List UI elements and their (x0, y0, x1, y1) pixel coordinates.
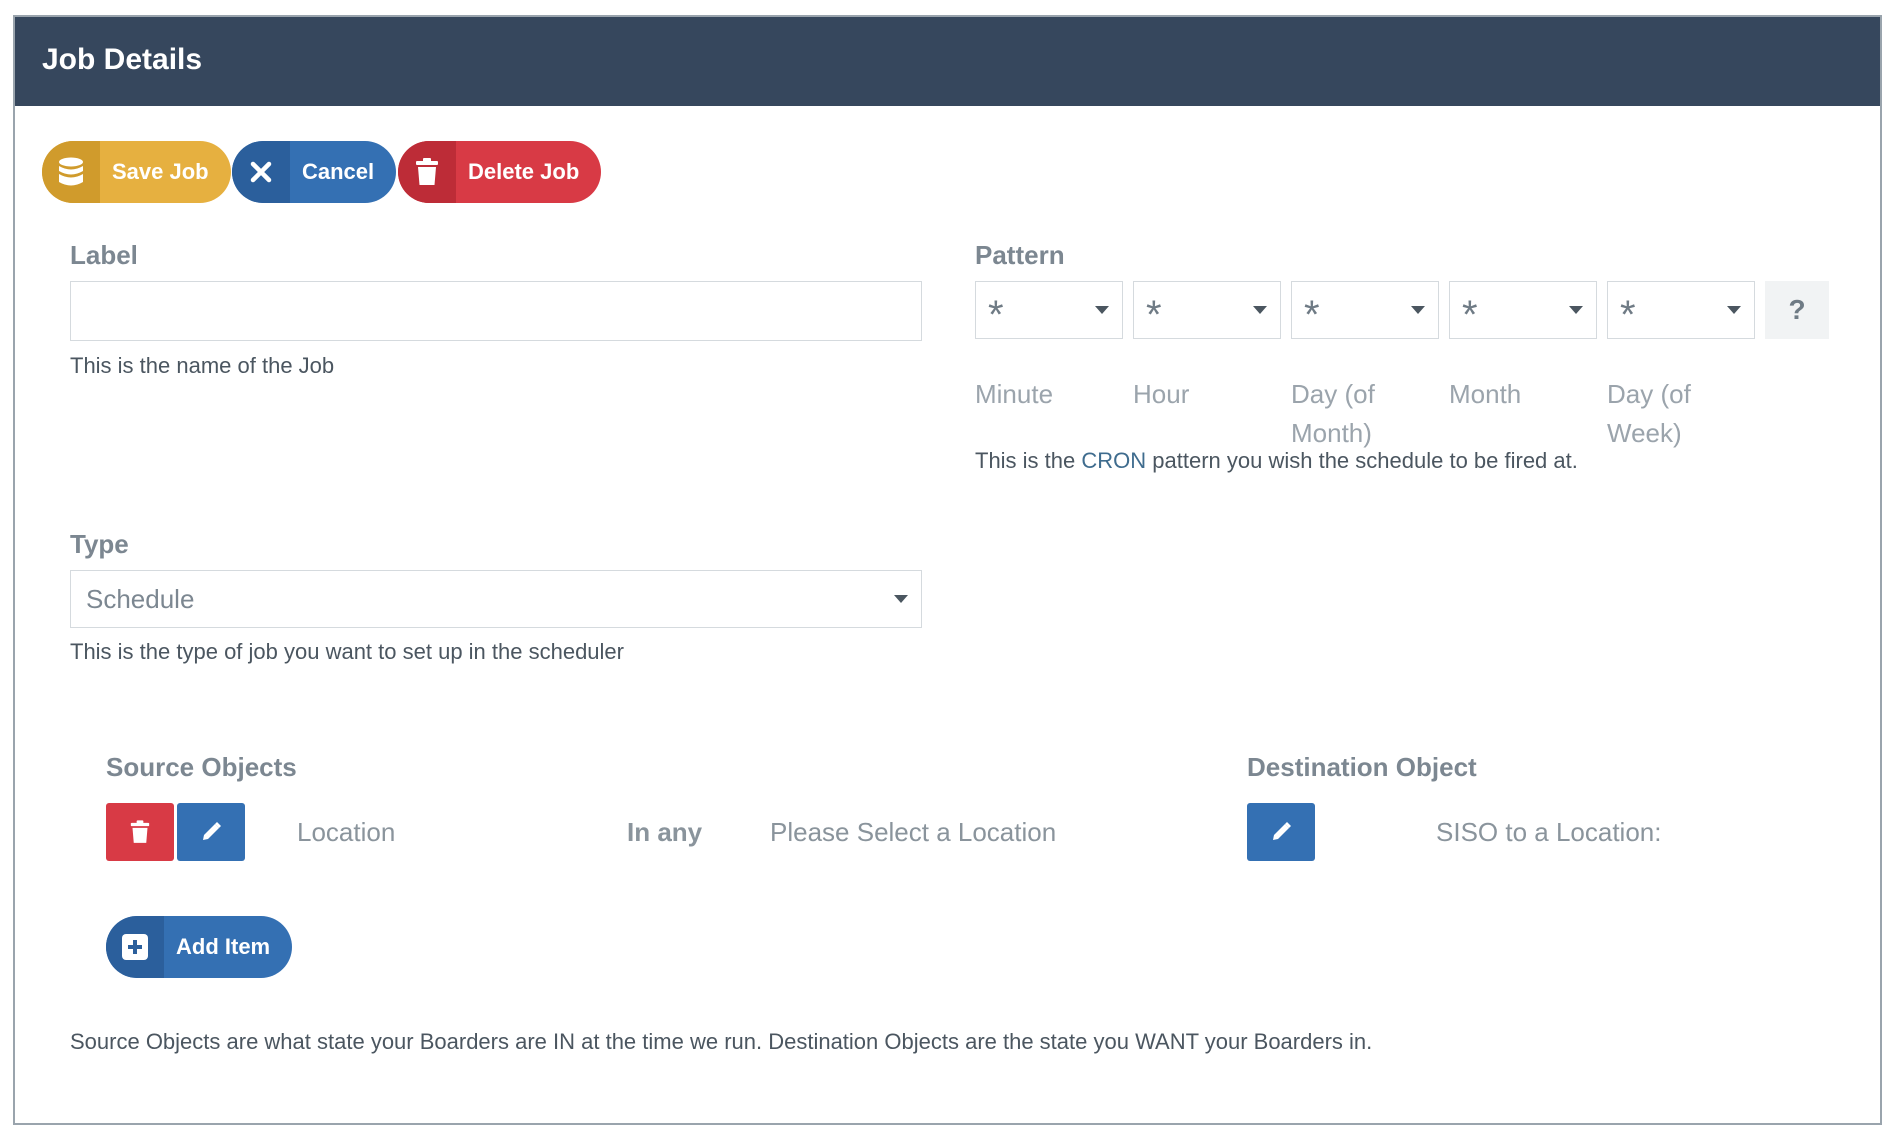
job-details-panel: Job Details Save Job Cancel Delete Job L… (13, 15, 1882, 1125)
chevron-down-icon (1411, 306, 1425, 314)
add-item-button[interactable]: Add Item (106, 916, 293, 978)
delete-source-button[interactable] (106, 803, 174, 861)
trash-icon (398, 141, 456, 203)
destination-object-title: Destination Object (1247, 752, 1477, 782)
cron-minute-value: * (988, 293, 1004, 337)
chevron-down-icon (1727, 306, 1741, 314)
edit-source-button[interactable] (177, 803, 245, 861)
cron-hour-select[interactable]: * (1133, 281, 1281, 339)
type-select[interactable]: Schedule (70, 570, 922, 628)
cron-month-select[interactable]: * (1449, 281, 1597, 339)
cancel-button[interactable]: Cancel (232, 141, 397, 203)
cron-hour-caption: Hour (1133, 379, 1190, 409)
chevron-down-icon (894, 595, 908, 603)
cron-day-of-week-select[interactable]: * (1607, 281, 1755, 339)
delete-job-label: Delete Job (468, 159, 580, 184)
plus-square-icon (106, 916, 164, 978)
cron-minute-caption: Minute (975, 379, 1054, 409)
delete-job-button[interactable]: Delete Job (398, 141, 602, 203)
source-operator: In any (627, 817, 703, 847)
close-icon (232, 141, 290, 203)
pattern-help-text: This is the CRON pattern you wish the sc… (975, 448, 1578, 473)
edit-destination-button[interactable] (1247, 803, 1315, 861)
database-icon (42, 141, 100, 203)
source-field-name: Location (297, 817, 396, 847)
label-input[interactable] (70, 281, 922, 341)
pattern-label: Pattern (975, 240, 1065, 270)
cron-day-of-month-caption: Day (of Month) (1291, 379, 1375, 448)
label-field-label: Label (70, 240, 138, 270)
save-job-label: Save Job (112, 159, 209, 184)
cron-day-of-month-select[interactable]: * (1291, 281, 1439, 339)
add-item-label: Add Item (176, 934, 271, 959)
save-job-button[interactable]: Save Job (42, 141, 231, 203)
cron-hour-value: * (1146, 293, 1162, 337)
cron-day-of-month-value: * (1304, 293, 1320, 337)
label-help-text: This is the name of the Job (70, 353, 335, 378)
chevron-down-icon (1095, 306, 1109, 314)
type-select-value: Schedule (86, 583, 195, 614)
pencil-icon (1273, 822, 1291, 840)
cancel-label: Cancel (302, 159, 375, 184)
cron-term: CRON (1081, 448, 1147, 473)
page-title: Job Details (42, 43, 203, 76)
trash-icon (130, 820, 150, 843)
objects-help-text: Source Objects are what state your Board… (70, 1029, 1373, 1054)
type-help-text: This is the type of job you want to set … (70, 639, 624, 664)
destination-value: SISO to a Location: (1436, 817, 1662, 847)
cron-day-of-week-caption: Day (of Week) (1607, 379, 1691, 448)
cron-minute-select[interactable]: * (975, 281, 1123, 339)
type-field-label: Type (70, 529, 129, 559)
cron-help-button[interactable]: ? (1765, 281, 1829, 339)
cron-month-value: * (1462, 293, 1478, 337)
pencil-icon (203, 822, 221, 840)
cron-day-of-week-value: * (1620, 293, 1636, 337)
cron-month-caption: Month (1449, 379, 1522, 409)
chevron-down-icon (1253, 306, 1267, 314)
chevron-down-icon (1569, 306, 1583, 314)
source-objects-title: Source Objects (106, 752, 297, 782)
source-value: Please Select a Location (770, 817, 1057, 847)
panel-header: Job Details (15, 17, 1880, 106)
